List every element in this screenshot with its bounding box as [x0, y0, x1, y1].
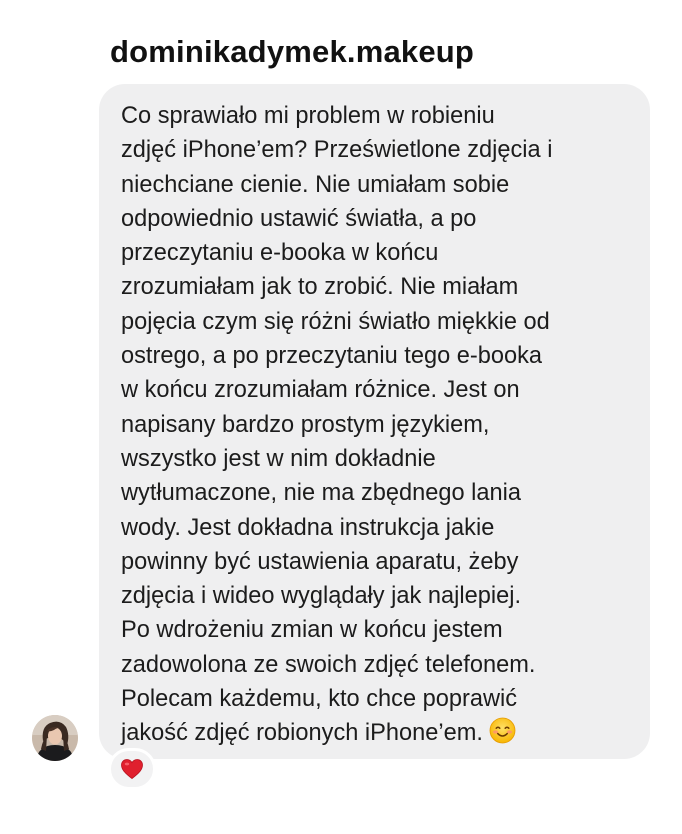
message-line: niechciane cienie. Nie umiałam sobie [121, 171, 510, 198]
red-heart-icon [121, 759, 143, 780]
message-line: wody. Jest dokładna instrukcja jakie [121, 514, 495, 541]
message-line: przeczytaniu e-booka w końcu [121, 240, 439, 267]
user-avatar-photo-icon [32, 715, 78, 761]
message-line: w końcu zrozumiałam różnice. Jest on [121, 377, 520, 404]
message-line: odpowiednio ustawić światła, a po [121, 205, 477, 232]
message-line: wytłumaczone, nie ma zbędnego lania [121, 480, 522, 507]
message-line: Polecam każdemu, kto chce poprawić [121, 686, 518, 713]
message-line: zrozumiałam jak to zrobić. Nie miałam [121, 274, 519, 301]
message-line: wszystko jest w nim dokładnie [121, 445, 436, 472]
message-line: Co sprawiało mi problem w robieniu [121, 103, 495, 129]
smiling-face-icon [489, 717, 516, 744]
message-bubble[interactable]: Co sprawiało mi problem w robieniu zdjęć… [99, 84, 650, 759]
message-line-last: jakość zdjęć robionych iPhone’em. [121, 716, 632, 750]
avatar[interactable] [32, 715, 78, 761]
message-line: napisany bardzo prostym językiem, [121, 411, 490, 438]
message-line: pojęcia czym się różni światło miękkie o… [121, 308, 550, 335]
message-line: Po wdrożeniu zmian w końcu jestem [121, 617, 503, 644]
message-line: powinny być ustawienia aparatu, żeby [121, 548, 519, 575]
reaction-badge[interactable] [108, 748, 156, 790]
message-line: zdjęcia i wideo wyglądały jak najlepiej. [121, 583, 521, 610]
message-line: zadowolona ze swoich zdjęć telefonem. [121, 651, 536, 678]
message-line-text: jakość zdjęć robionych iPhone’em. [121, 720, 483, 747]
message-line: ostrego, a po przeczytaniu tego e-booka [121, 343, 543, 370]
sender-username[interactable]: dominikadymek.makeup [110, 34, 474, 70]
message-line: zdjęć iPhone’em? Prześwietlone zdjęcia i [121, 137, 553, 164]
